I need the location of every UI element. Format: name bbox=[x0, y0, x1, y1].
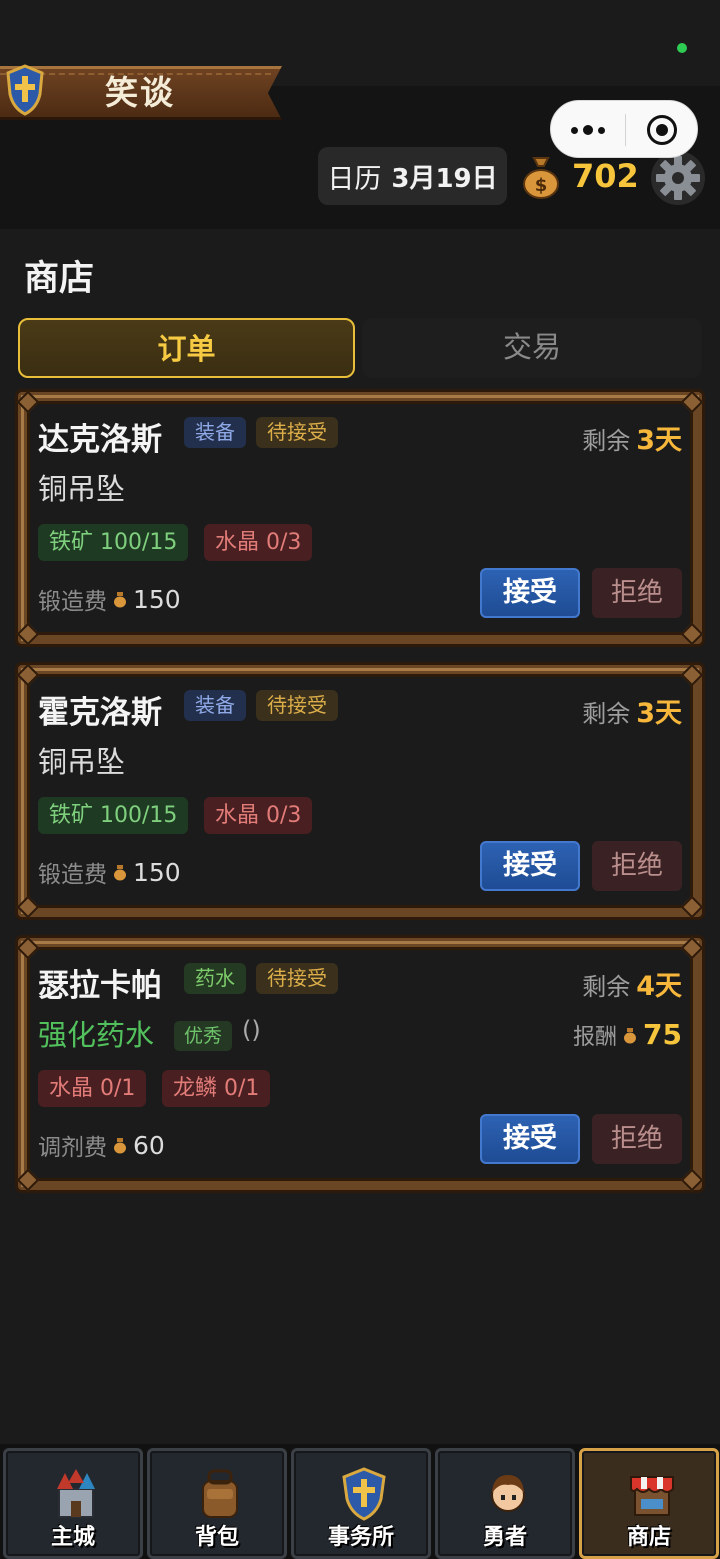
material-tag: 水晶 0/3 bbox=[204, 797, 313, 834]
money-bag-icon bbox=[624, 1027, 637, 1043]
days-remaining: 剩余 3天 bbox=[582, 691, 682, 730]
material-tag: 水晶 0/3 bbox=[204, 524, 313, 561]
shield-cross-icon bbox=[6, 64, 44, 116]
status-indicator-dot bbox=[677, 43, 687, 53]
castle-icon bbox=[57, 1469, 95, 1518]
reject-button[interactable]: 拒绝 bbox=[592, 841, 682, 891]
nav-label: 背包 bbox=[194, 1525, 239, 1550]
fee-value: 150 bbox=[133, 584, 181, 614]
remaining-label: 剩余 bbox=[582, 973, 631, 1001]
remaining-label: 剩余 bbox=[582, 427, 631, 455]
accept-button[interactable]: 接受 bbox=[480, 568, 580, 618]
accept-button[interactable]: 接受 bbox=[480, 1114, 580, 1164]
material-tag: 水晶 0/1 bbox=[38, 1070, 147, 1107]
money-bag-icon: $ bbox=[523, 157, 559, 199]
category-tag: 装备 bbox=[184, 417, 246, 448]
days-left: 3天 bbox=[636, 425, 682, 456]
shield-cross-icon bbox=[342, 1467, 386, 1521]
material-tag: 龙鳞 0/1 bbox=[162, 1070, 271, 1107]
status-tag: 待接受 bbox=[256, 963, 338, 994]
fee-label: 调剂费 bbox=[38, 1135, 107, 1161]
customer-name: 霍克洛斯 bbox=[38, 695, 162, 731]
status-tag: 待接受 bbox=[256, 417, 338, 448]
nav-item-office[interactable]: 事务所 bbox=[291, 1448, 431, 1559]
nav-item-main-city[interactable]: 主城 bbox=[3, 1448, 143, 1559]
nav-label: 事务所 bbox=[327, 1525, 394, 1550]
days-remaining: 剩余 4天 bbox=[582, 964, 682, 1003]
item-name: 铜吊坠 bbox=[38, 472, 126, 506]
order-card: 达克洛斯 装备 待接受 剩余 3天 铜吊坠 铁矿 100/15 水晶 0/3 锻造… bbox=[16, 390, 704, 646]
days-left: 4天 bbox=[636, 971, 682, 1002]
nav-label: 勇者 bbox=[482, 1525, 527, 1550]
calendar-value: 3月19日 bbox=[391, 163, 498, 194]
quality-tag: 优秀 bbox=[174, 1021, 233, 1051]
money-bag-icon bbox=[114, 1138, 126, 1154]
status-tag: 待接受 bbox=[256, 690, 338, 721]
remaining-label: 剩余 bbox=[582, 700, 631, 728]
money-bag-icon bbox=[114, 865, 126, 881]
fee-label: 锻造费 bbox=[38, 589, 107, 615]
more-options-icon[interactable] bbox=[551, 101, 625, 159]
days-remaining: 剩余 3天 bbox=[582, 418, 682, 457]
svg-text:$: $ bbox=[535, 175, 548, 196]
tab-orders[interactable]: 订单 bbox=[18, 318, 355, 378]
gold-amount: 702 bbox=[572, 157, 639, 195]
calendar-date[interactable]: 日历 3月19日 bbox=[318, 147, 507, 205]
shop-stall-icon bbox=[630, 1476, 674, 1516]
tab-trade[interactable]: 交易 bbox=[362, 318, 702, 378]
nav-item-hero[interactable]: 勇者 bbox=[435, 1448, 575, 1559]
reject-button[interactable]: 拒绝 bbox=[592, 568, 682, 618]
gear-icon[interactable] bbox=[650, 150, 706, 206]
reward-value: 75 bbox=[643, 1018, 682, 1051]
fee: 锻造费 150 bbox=[38, 855, 181, 889]
hero-portrait-icon bbox=[491, 1475, 525, 1512]
nav-item-shop[interactable]: 商店 bbox=[579, 1448, 719, 1559]
customer-name: 瑟拉卡帕 bbox=[38, 968, 162, 1004]
fee-value: 150 bbox=[133, 857, 181, 887]
days-left: 3天 bbox=[636, 698, 682, 729]
reward-label: 报酬 bbox=[573, 1024, 618, 1050]
fee-label: 锻造费 bbox=[38, 862, 107, 888]
order-card: 瑟拉卡帕 药水 待接受 剩余 4天 强化药水 优秀 () 报酬 75 水晶 0/1… bbox=[16, 936, 704, 1192]
material-tag: 铁矿 100/15 bbox=[38, 797, 189, 834]
miniprogram-capsule bbox=[550, 100, 698, 158]
category-tag: 装备 bbox=[184, 690, 246, 721]
material-tag: 铁矿 100/15 bbox=[38, 524, 189, 561]
shop-tabs: 订单 交易 bbox=[18, 318, 702, 379]
item-name: 铜吊坠 bbox=[38, 745, 126, 779]
order-card: 霍克洛斯 装备 待接受 剩余 3天 铜吊坠 铁矿 100/15 水晶 0/3 锻造… bbox=[16, 663, 704, 919]
backpack-icon bbox=[202, 1469, 238, 1518]
money-bag-icon bbox=[114, 592, 126, 608]
customer-name: 达克洛斯 bbox=[38, 422, 162, 458]
item-name: 强化药水 bbox=[38, 1018, 155, 1052]
quality-extra: () bbox=[242, 1016, 261, 1044]
nav-label: 主城 bbox=[50, 1525, 95, 1550]
reject-button[interactable]: 拒绝 bbox=[592, 1114, 682, 1164]
page-title: 商店 bbox=[24, 259, 95, 299]
close-miniprogram-icon[interactable] bbox=[647, 115, 677, 145]
accept-button[interactable]: 接受 bbox=[480, 841, 580, 891]
category-tag: 药水 bbox=[184, 963, 246, 994]
fee: 调剂费 60 bbox=[38, 1128, 165, 1162]
nav-item-backpack[interactable]: 背包 bbox=[147, 1448, 287, 1559]
bottom-nav: 主城 背包 事务所 勇者 商店 bbox=[0, 1444, 720, 1559]
nav-label: 商店 bbox=[626, 1525, 671, 1550]
fee: 锻造费 150 bbox=[38, 582, 181, 616]
fee-value: 60 bbox=[133, 1130, 165, 1160]
reward: 报酬 75 bbox=[573, 1018, 682, 1051]
calendar-label: 日历 bbox=[327, 163, 382, 195]
player-name: 笑谈 bbox=[105, 73, 175, 112]
